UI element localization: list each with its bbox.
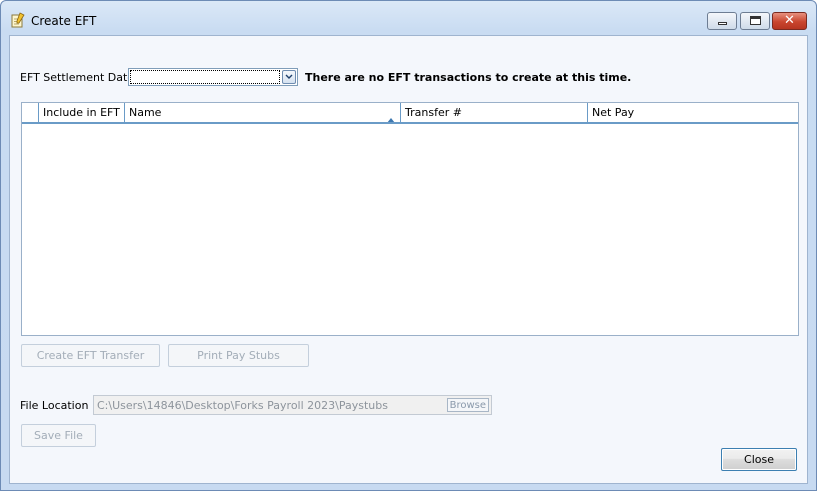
column-header-name-label: Name [129,106,162,119]
browse-button[interactable]: Browse [446,398,489,412]
dialog-body: EFT Settlement Date There are no EFT tra… [9,35,808,484]
settlement-date-dropdown[interactable] [128,68,298,86]
create-eft-window: Create EFT ✕ EFT Settlement Date There a… [0,0,817,491]
save-file-button[interactable]: Save File [21,424,96,447]
title-bar[interactable]: Create EFT ✕ [1,1,816,35]
print-pay-stubs-button[interactable]: Print Pay Stubs [168,344,309,367]
close-icon: ✕ [784,13,795,28]
minimize-icon [718,22,727,25]
eft-grid[interactable]: Include in EFT Name Transfer # Net Pay [21,102,799,336]
column-header-select[interactable] [22,103,39,122]
sort-ascending-icon [387,110,395,122]
column-header-transfer[interactable]: Transfer # [401,103,588,122]
grid-body [22,124,798,335]
close-button[interactable]: Close [721,448,797,471]
close-window-button[interactable]: ✕ [772,12,807,30]
create-eft-transfer-button[interactable]: Create EFT Transfer [21,344,160,367]
no-transactions-message: There are no EFT transactions to create … [305,71,632,84]
notepad-icon [11,12,25,28]
file-location-field[interactable]: C:\Users\14846\Desktop\Forks Payroll 202… [93,395,492,415]
settlement-date-value [130,70,280,84]
file-location-label: File Location [20,399,89,412]
column-header-include[interactable]: Include in EFT [39,103,125,122]
window-title: Create EFT [31,14,97,28]
minimize-button[interactable] [707,12,737,30]
chevron-down-icon[interactable] [282,70,296,84]
maximize-icon [750,16,761,25]
settlement-date-label: EFT Settlement Date [20,71,135,84]
file-location-path: C:\Users\14846\Desktop\Forks Payroll 202… [97,399,388,412]
grid-header: Include in EFT Name Transfer # Net Pay [22,103,798,124]
column-header-net-pay[interactable]: Net Pay [588,103,798,122]
column-header-name[interactable]: Name [125,103,401,122]
maximize-button[interactable] [740,12,770,30]
